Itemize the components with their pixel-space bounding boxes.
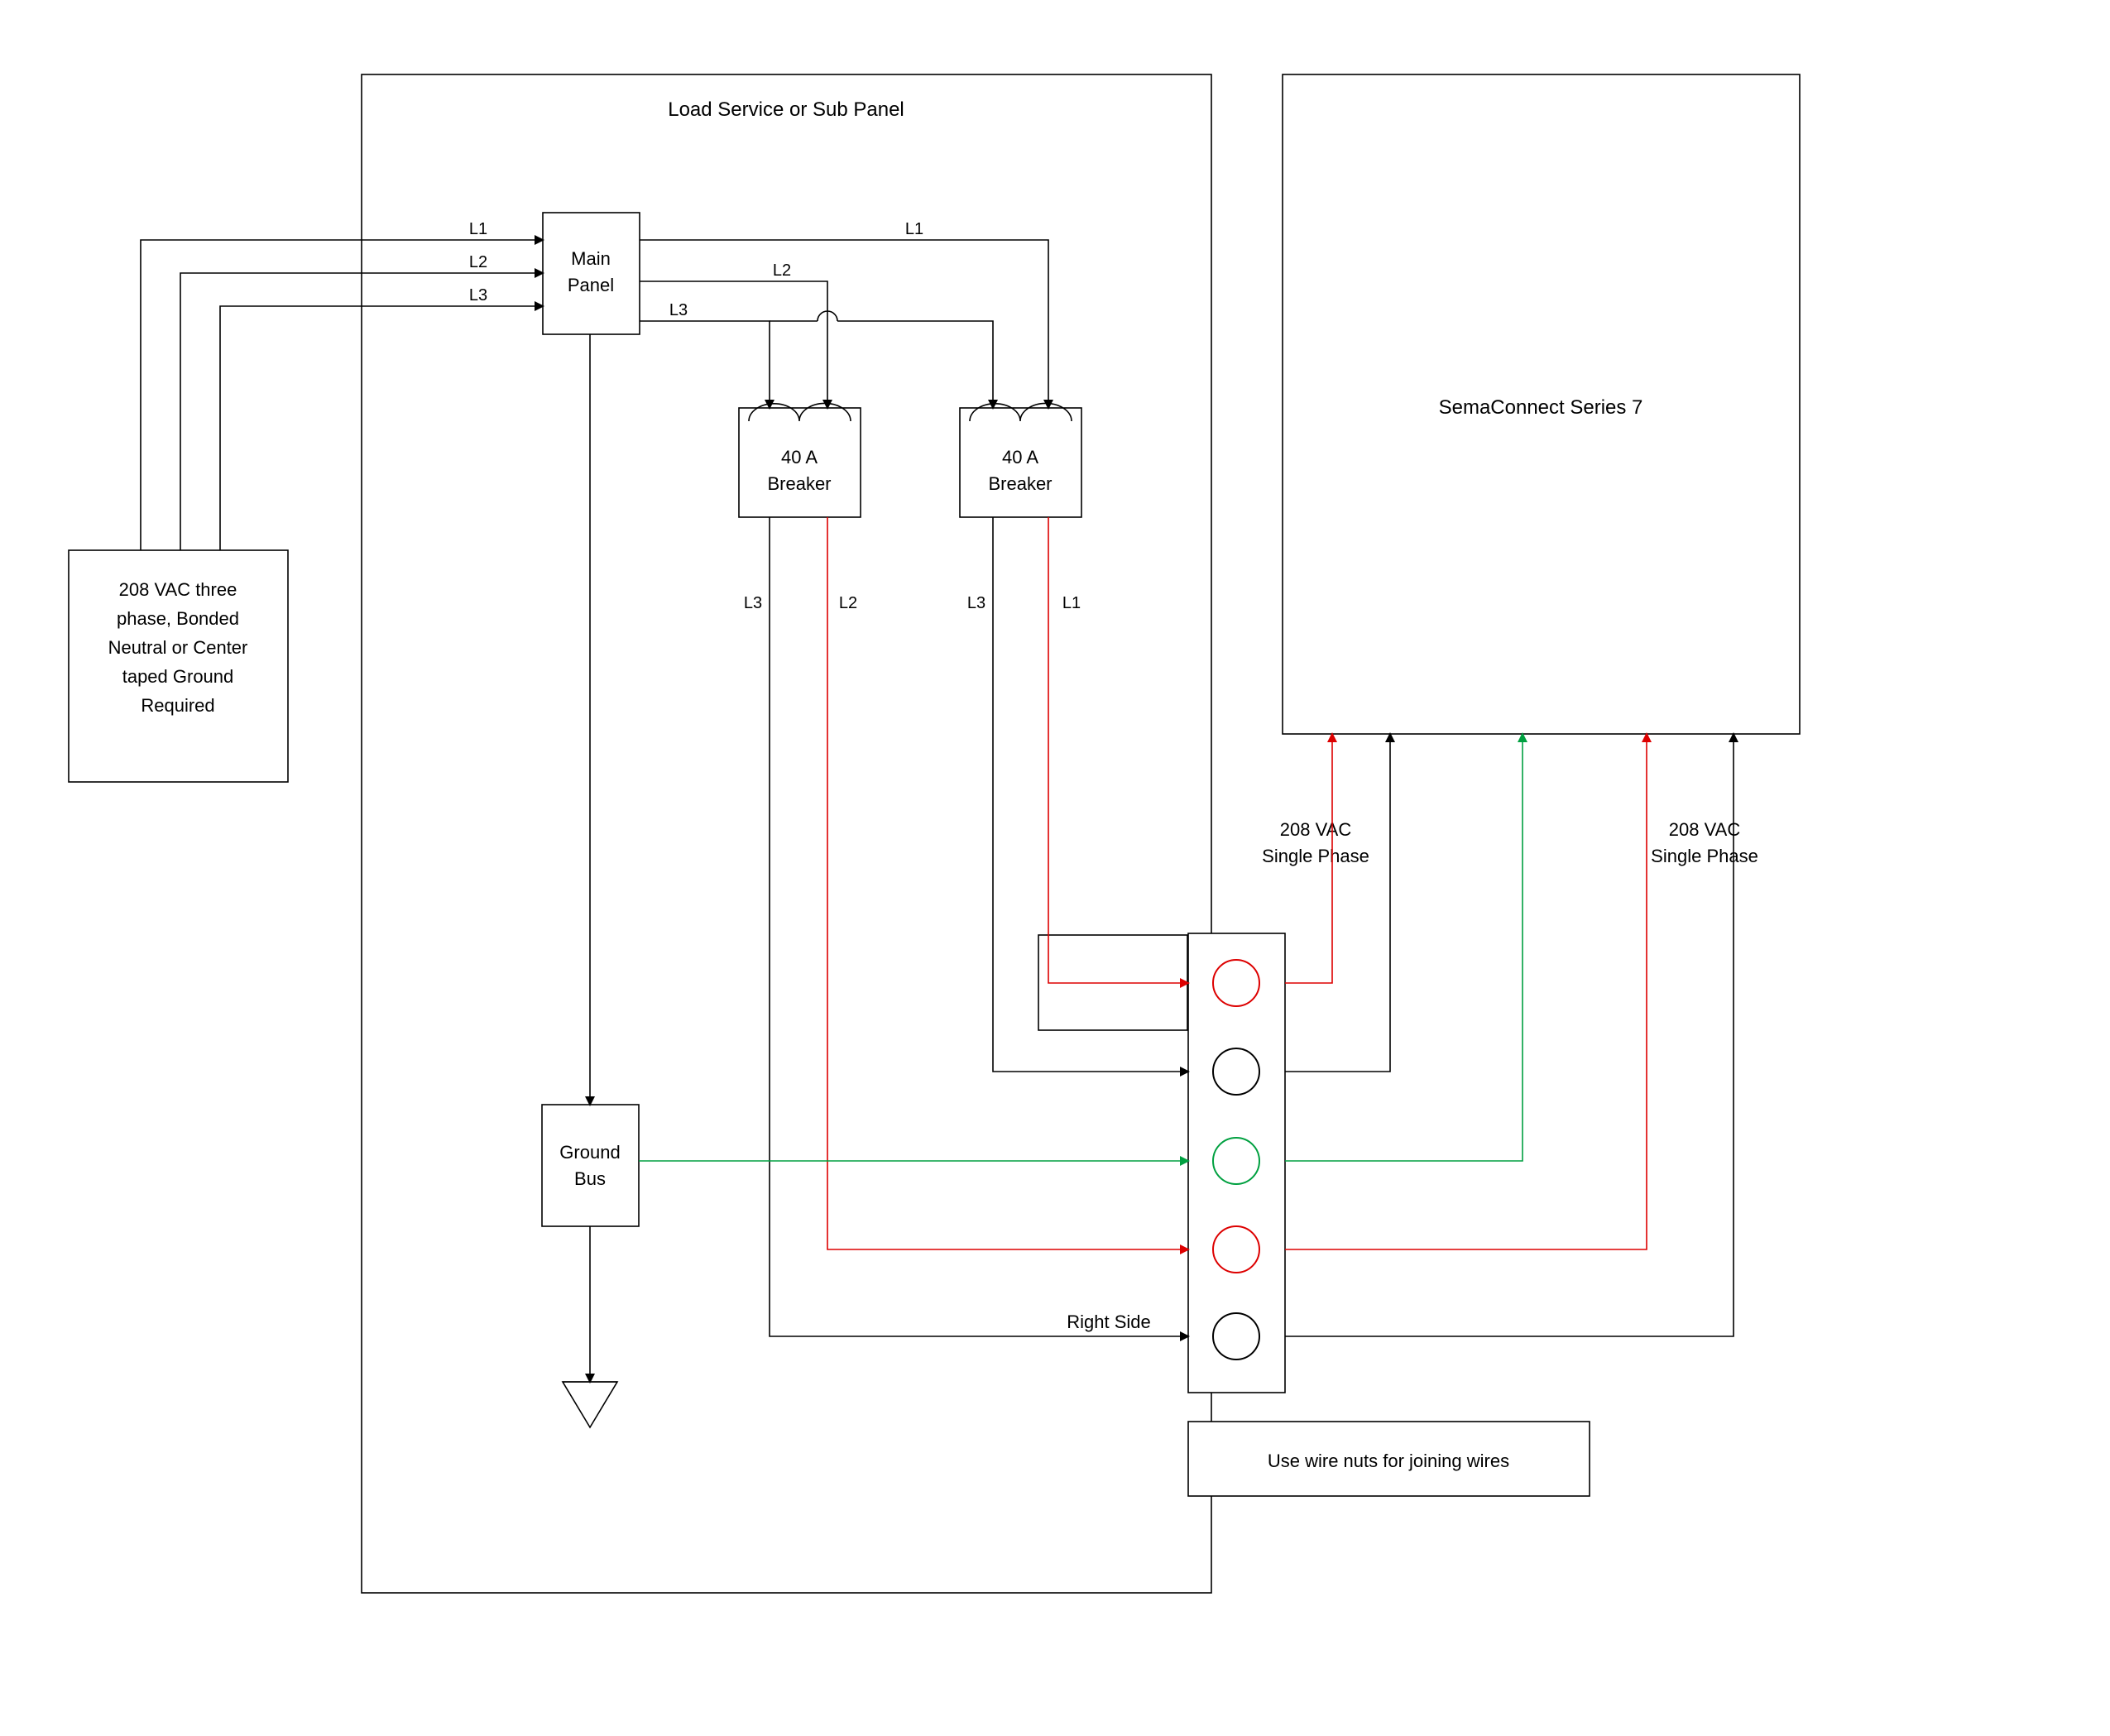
panel-title: Load Service or Sub Panel	[668, 98, 904, 121]
volt-left-l1: 208 VAC	[1280, 819, 1352, 840]
wire-j-grn-dev	[1285, 734, 1523, 1161]
ground-bus-l1: Ground	[559, 1142, 620, 1163]
lbl-br-l3: L3	[967, 594, 985, 612]
source-l2: phase, Bonded	[117, 608, 239, 629]
breaker-left-l2: Breaker	[767, 473, 831, 494]
lbl-in-l1: L1	[469, 220, 487, 238]
main-panel-l1: Main	[571, 248, 611, 269]
breaker-right-l1: 40 A	[1002, 447, 1038, 468]
wire-j-red2-dev	[1285, 734, 1647, 1249]
ground-bus-box	[542, 1105, 639, 1226]
lbl-out-l1: L1	[905, 220, 923, 238]
lbl-in-l2: L2	[469, 253, 487, 271]
source-l3: Neutral or Center	[108, 637, 248, 658]
volt-left-l2: Single Phase	[1262, 846, 1369, 866]
main-panel-box	[543, 213, 640, 334]
breaker-right-l2: Breaker	[988, 473, 1052, 494]
volt-right-l1: 208 VAC	[1669, 819, 1741, 840]
note-label: Use wire nuts for joining wires	[1268, 1451, 1509, 1471]
right-side-label: Right Side	[1067, 1312, 1151, 1332]
volt-right-l2: Single Phase	[1651, 846, 1758, 866]
lbl-bl-l3: L3	[744, 594, 762, 612]
lbl-in-l3: L3	[469, 286, 487, 305]
lbl-bl-l2: L2	[839, 594, 857, 612]
wire-j-blk1-dev	[1285, 734, 1390, 1072]
wiring-diagram: Load Service or Sub Panel 208 VAC three …	[0, 0, 2110, 1736]
source-l1: 208 VAC three	[119, 579, 237, 600]
junction-box	[1188, 933, 1285, 1393]
lbl-out-l2: L2	[773, 261, 791, 280]
lbl-br-l1: L1	[1062, 594, 1081, 612]
device-label: SemaConnect Series 7	[1439, 396, 1643, 419]
main-panel-l2: Panel	[568, 275, 614, 295]
breaker-left-l1: 40 A	[781, 447, 818, 468]
wire-j-blk2-dev	[1285, 734, 1734, 1336]
ground-bus-l2: Bus	[574, 1168, 606, 1189]
source-l5: Required	[141, 695, 214, 716]
lbl-out-l3: L3	[669, 301, 688, 319]
source-l4: taped Ground	[122, 666, 234, 687]
load-service-panel	[362, 74, 1211, 1593]
